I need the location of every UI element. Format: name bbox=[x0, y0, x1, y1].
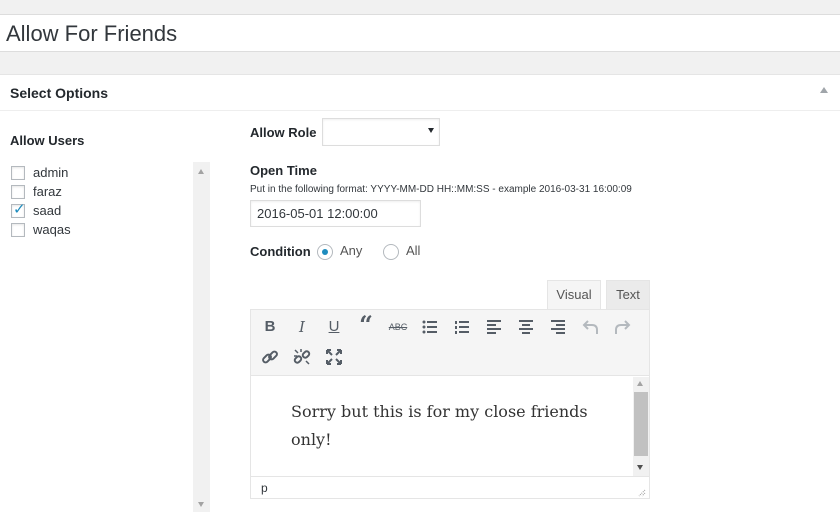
scroll-up-icon[interactable] bbox=[637, 381, 643, 386]
user-label-waqas: waqas bbox=[33, 222, 71, 237]
scroll-down-icon[interactable] bbox=[198, 502, 204, 507]
user-label-saad: saad bbox=[33, 203, 62, 218]
element-path[interactable]: p bbox=[261, 481, 268, 495]
redo-icon[interactable] bbox=[613, 318, 631, 336]
allow-role-label: Allow Role bbox=[250, 125, 317, 140]
bullet-list-icon[interactable] bbox=[422, 320, 438, 334]
users-list-scrollbar[interactable] bbox=[193, 162, 210, 512]
align-right-icon[interactable] bbox=[550, 320, 566, 334]
condition-label-all: All bbox=[406, 243, 421, 258]
open-time-value: 2016-05-01 12:00:00 bbox=[257, 206, 378, 221]
italic-icon[interactable]: I bbox=[290, 315, 314, 339]
condition-radio-any[interactable] bbox=[317, 244, 333, 260]
allow-users-label: Allow Users bbox=[10, 133, 85, 148]
open-time-hint: Put in the following format: YYYY-MM-DD … bbox=[250, 184, 632, 195]
undo-icon[interactable] bbox=[582, 318, 600, 336]
user-label-admin: admin bbox=[33, 165, 69, 180]
editor-scrollbar-thumb[interactable] bbox=[634, 392, 648, 456]
tab-text[interactable]: Text bbox=[606, 280, 650, 310]
user-checkbox-faraz[interactable] bbox=[11, 185, 25, 199]
chevron-down-icon bbox=[428, 128, 434, 133]
checkmark-icon: ✓ bbox=[13, 201, 26, 218]
panel-header[interactable] bbox=[0, 75, 840, 111]
condition-label: Condition bbox=[250, 244, 311, 259]
tab-visual[interactable]: Visual bbox=[547, 280, 601, 310]
post-title[interactable]: Allow For Friends bbox=[6, 20, 177, 48]
align-left-icon[interactable] bbox=[486, 320, 502, 334]
blockquote-icon[interactable]: “ bbox=[354, 313, 378, 337]
bold-icon[interactable]: B bbox=[258, 315, 282, 339]
radio-dot bbox=[322, 249, 328, 255]
user-label-faraz: faraz bbox=[33, 184, 62, 199]
user-checkbox-saad[interactable]: ✓ bbox=[11, 201, 26, 218]
align-center-icon[interactable] bbox=[518, 320, 534, 334]
numbered-list-icon[interactable] bbox=[454, 320, 470, 334]
condition-radio-all[interactable] bbox=[383, 244, 399, 260]
underline-icon[interactable]: U bbox=[322, 315, 346, 339]
unlink-icon[interactable] bbox=[293, 348, 311, 366]
user-checkbox-waqas[interactable] bbox=[11, 223, 25, 237]
users-list bbox=[0, 162, 210, 512]
scroll-up-icon[interactable] bbox=[198, 169, 204, 174]
scroll-down-icon[interactable] bbox=[637, 465, 643, 470]
fullscreen-icon[interactable] bbox=[325, 348, 343, 366]
strikethrough-icon[interactable]: ABC bbox=[386, 315, 410, 339]
editor-statusbar bbox=[250, 476, 650, 499]
resize-handle-icon[interactable] bbox=[636, 484, 646, 497]
editor-content-text[interactable]: Sorry but this is for my close friends o… bbox=[291, 398, 621, 454]
open-time-label: Open Time bbox=[250, 163, 317, 178]
allow-role-select[interactable] bbox=[322, 118, 440, 146]
panel-title: Select Options bbox=[10, 85, 109, 101]
link-icon[interactable] bbox=[261, 348, 279, 366]
user-checkbox-admin[interactable] bbox=[11, 166, 25, 180]
collapse-arrow-icon[interactable] bbox=[820, 87, 828, 93]
condition-label-any: Any bbox=[340, 243, 363, 258]
